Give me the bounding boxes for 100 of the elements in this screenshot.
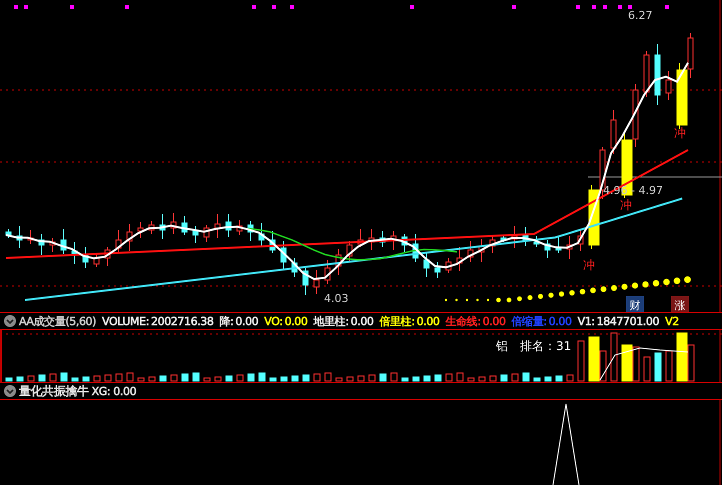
signal-label: 冲: [583, 258, 595, 272]
volume-bar: [38, 374, 46, 382]
volume-bar: [104, 374, 112, 382]
volume-bar: [182, 374, 188, 382]
volume-bar: [402, 378, 408, 382]
volume-bar: [148, 376, 156, 382]
indicator-dot-icon: [621, 284, 628, 290]
candlestick: [456, 246, 462, 272]
sector-label: 铝: [496, 339, 508, 353]
indicator-label: 生命线:: [446, 314, 481, 328]
volume-bar: [380, 374, 386, 382]
indicator-dot-icon: [548, 292, 554, 298]
indicator-dot-icon: [486, 298, 490, 302]
volume-bar: [468, 378, 474, 382]
candlestick: [534, 236, 540, 248]
chevron-down-icon[interactable]: [4, 315, 16, 327]
indicator-dot-icon: [506, 298, 512, 302]
candlestick: [346, 240, 352, 262]
volume-bar: [336, 378, 342, 382]
candlestick: [60, 228, 66, 254]
indicator-label: VO:: [264, 314, 283, 328]
indicator-dot-icon: [569, 290, 575, 296]
candlestick: [302, 268, 308, 296]
volume-bar: [60, 372, 68, 382]
candlestick: [94, 252, 100, 268]
volume-bar: [556, 376, 562, 382]
candlestick: [270, 230, 276, 254]
candlestick: [468, 240, 474, 262]
volume-bar: [578, 340, 584, 382]
volume-bar: [292, 376, 298, 382]
candlestick: [390, 230, 396, 250]
indicator-dot-icon: [528, 295, 532, 300]
indicator-value: 0.00: [350, 314, 374, 328]
signal-marker-icon: [125, 5, 129, 9]
volume-bar: [368, 374, 376, 382]
indicator-dot-icon: [496, 298, 501, 302]
signal-marker-icon: [252, 5, 256, 9]
volume-bar: [434, 374, 442, 382]
volume-bar: [644, 356, 650, 382]
indicator-value: 0.00: [235, 314, 258, 328]
candlestick: [512, 226, 518, 248]
volume-bar: [116, 374, 122, 382]
signal-marker-icon: [70, 5, 74, 9]
chevron-down-icon[interactable]: [4, 385, 16, 397]
signal-marker-icon: [665, 5, 669, 9]
volume-bar: [412, 376, 420, 382]
candlestick: [446, 258, 452, 274]
indicator-dot-icon: [558, 291, 564, 297]
candlestick: [500, 234, 506, 242]
signal-marker-icon: [576, 5, 580, 9]
candlestick: [490, 234, 496, 254]
volume-bar: [72, 378, 78, 382]
indicator-label: 倍缩量:: [512, 314, 547, 328]
candlestick: [204, 224, 210, 242]
signal-marker-icon: [628, 5, 632, 9]
signal-marker-icon: [512, 5, 516, 9]
candlestick: [522, 226, 528, 246]
candlestick: [358, 228, 364, 248]
indicator-dot-icon: [580, 288, 586, 294]
volume-bar: [50, 374, 56, 382]
candlestick: [28, 230, 34, 244]
candlestick: [160, 214, 166, 240]
candlestick: [412, 234, 418, 262]
candlestick: [50, 238, 56, 252]
candlestick: [644, 50, 650, 98]
indicator-dot-icon: [674, 277, 680, 284]
signal-marker-icon: [272, 5, 276, 9]
candlestick: [610, 110, 616, 154]
volume-bar: [28, 376, 34, 382]
indicator-dot-icon: [684, 276, 691, 283]
volume-bar: [258, 372, 266, 382]
candlestick: [236, 220, 242, 236]
indicator-dot-icon: [517, 296, 522, 302]
volume-bar: [192, 372, 200, 382]
indicator-label: V2: [665, 314, 679, 328]
candlestick: [402, 234, 408, 252]
volume-bar: [654, 352, 662, 382]
candlestick: [544, 240, 550, 258]
indicator-label: 降:: [219, 314, 234, 328]
indicator-label: 倍里柱:: [380, 314, 415, 328]
volume-bar: [236, 374, 244, 382]
volume-bar: [248, 374, 254, 382]
candlestick: [556, 236, 562, 254]
volume-bar: [160, 376, 166, 382]
volume-bar: [126, 372, 134, 382]
candlestick: [324, 260, 330, 284]
candlestick: [666, 70, 672, 100]
candlestick: [82, 246, 88, 268]
indicator-title: AA成交量(5,60): [19, 314, 96, 328]
price-label: 4.03: [324, 292, 348, 305]
indicator-value: 0.00: [284, 314, 308, 328]
indicator-dot-icon: [632, 282, 638, 289]
candlestick: [424, 252, 430, 278]
candlestick: [116, 230, 122, 254]
candlestick: [226, 214, 232, 238]
price-label: 6.27: [628, 9, 652, 22]
volume-bar: [324, 372, 332, 382]
indicator-dot-icon: [476, 298, 479, 302]
volume-bar: [280, 376, 288, 382]
indicator-label: V1:: [578, 314, 595, 328]
